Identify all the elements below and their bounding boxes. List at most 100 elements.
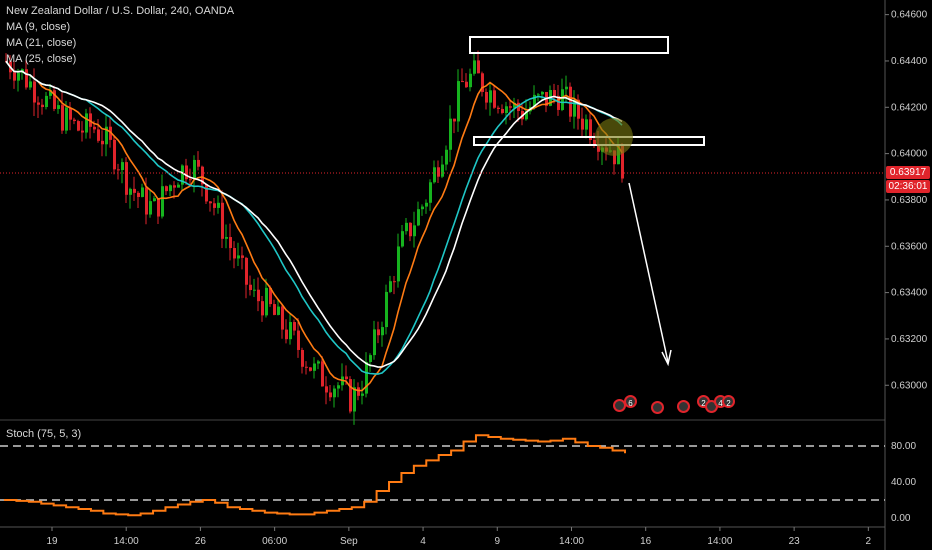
candle-body [13, 72, 16, 81]
candle-body [461, 81, 464, 83]
x-tick-label: 14:00 [559, 536, 584, 547]
candle-body [133, 188, 136, 193]
candle-body [433, 167, 436, 183]
candle-body [393, 281, 396, 283]
candle-body [273, 304, 276, 315]
x-tick-label: 26 [195, 536, 207, 547]
candle-body [37, 102, 40, 105]
candle-body [413, 225, 416, 237]
candle-body [153, 198, 156, 202]
x-tick-label: 19 [46, 536, 58, 547]
x-tick-label: 06:00 [262, 536, 287, 547]
candle-body [281, 306, 284, 330]
candle-body [29, 81, 32, 88]
candle-body [509, 106, 512, 108]
y-tick-label: 0.63400 [891, 288, 928, 299]
candle-body [117, 169, 120, 171]
grid-layer [0, 0, 886, 550]
x-tick-label: 23 [789, 536, 801, 547]
candle-body [365, 362, 368, 394]
y-tick-label: 0.63800 [891, 195, 928, 206]
candle-body [473, 60, 476, 74]
breakout-circle[interactable] [595, 118, 633, 156]
stoch-tick-label: 80.00 [891, 441, 916, 452]
candle-body [409, 222, 412, 237]
candle-body [245, 257, 248, 285]
x-tick-label: 14:00 [114, 536, 139, 547]
candle-body [569, 86, 572, 117]
event-icon[interactable] [677, 400, 690, 413]
candle-body [165, 186, 168, 192]
candle-body [189, 179, 192, 181]
candle-body [453, 118, 456, 122]
candle-body [33, 81, 36, 103]
candle-body [101, 140, 104, 145]
candle-body [257, 289, 260, 302]
countdown-tag: 02:36:01 [886, 180, 930, 193]
candle-body [397, 246, 400, 282]
y-tick-label: 0.64600 [891, 10, 928, 21]
candle-body [565, 86, 568, 90]
candle-body [81, 130, 84, 133]
legend-ma25[interactable]: MA (25, close) [6, 53, 76, 65]
candle-body [373, 329, 376, 356]
annotation-layer [0, 36, 885, 367]
candle-body [325, 386, 328, 393]
chart-title: New Zealand Dollar / U.S. Dollar, 240, O… [6, 5, 235, 17]
resistance-box[interactable] [469, 36, 669, 54]
candle-body [253, 289, 256, 291]
candle-body [285, 329, 288, 340]
candle-body [45, 95, 48, 108]
candle-body [465, 81, 468, 88]
candle-body [537, 94, 540, 96]
stoch-legend[interactable]: Stoch (75, 5, 3) [6, 428, 81, 440]
candle-body [77, 121, 80, 131]
candle-body [249, 284, 252, 291]
candle-body [141, 187, 144, 197]
candle-body [157, 198, 160, 217]
legend-ma9[interactable]: MA (9, close) [6, 21, 70, 33]
candle-body [197, 159, 200, 167]
y-tick-label: 0.63000 [891, 380, 928, 391]
candle-body [233, 248, 236, 259]
candle-body [161, 186, 164, 217]
candle-body [61, 105, 64, 131]
event-count-badge[interactable]: 6 [624, 395, 637, 408]
y-tick-label: 0.63600 [891, 241, 928, 252]
candle-body [65, 107, 68, 131]
stoch-tick-label: 0.00 [891, 513, 911, 524]
x-tick-label: 2 [866, 536, 872, 547]
candle-body [209, 201, 212, 204]
candle-body [333, 388, 336, 398]
candle-body [229, 237, 232, 249]
candle-body [445, 149, 448, 165]
candle-body [217, 202, 220, 208]
candle-body [441, 164, 444, 177]
candle-body [225, 237, 228, 239]
price-chart[interactable]: 0.64600 0.64400 0.64200 0.64000 0.63800 0.636… [0, 0, 932, 550]
candle-body [561, 89, 564, 110]
candle-body [417, 209, 420, 226]
candle-body [489, 90, 492, 103]
candle-body [57, 105, 60, 109]
candle-body [405, 222, 408, 232]
legend-ma21[interactable]: MA (21, close) [6, 37, 76, 49]
x-tick-label: Sep [340, 536, 358, 547]
candle-body [205, 184, 208, 202]
candle-body [305, 366, 308, 368]
candle-body [41, 104, 44, 108]
candle-body [353, 387, 356, 412]
candle-body [193, 159, 196, 180]
candle-body [213, 203, 216, 208]
event-icon[interactable] [651, 401, 664, 414]
candle-body [313, 363, 316, 371]
stoch-line [4, 434, 626, 517]
y-tick-label: 0.63200 [891, 334, 928, 345]
y-tick-label: 0.64200 [891, 102, 928, 113]
candle-body [389, 281, 392, 292]
candle-body [137, 192, 140, 197]
forecast-arrow[interactable] [628, 182, 669, 363]
y-tick-label: 0.64400 [891, 56, 928, 67]
axis-layer: 0.64600 0.64400 0.64200 0.64000 0.63800 0.636… [46, 10, 927, 547]
event-count-badge[interactable]: 2 [722, 395, 735, 408]
